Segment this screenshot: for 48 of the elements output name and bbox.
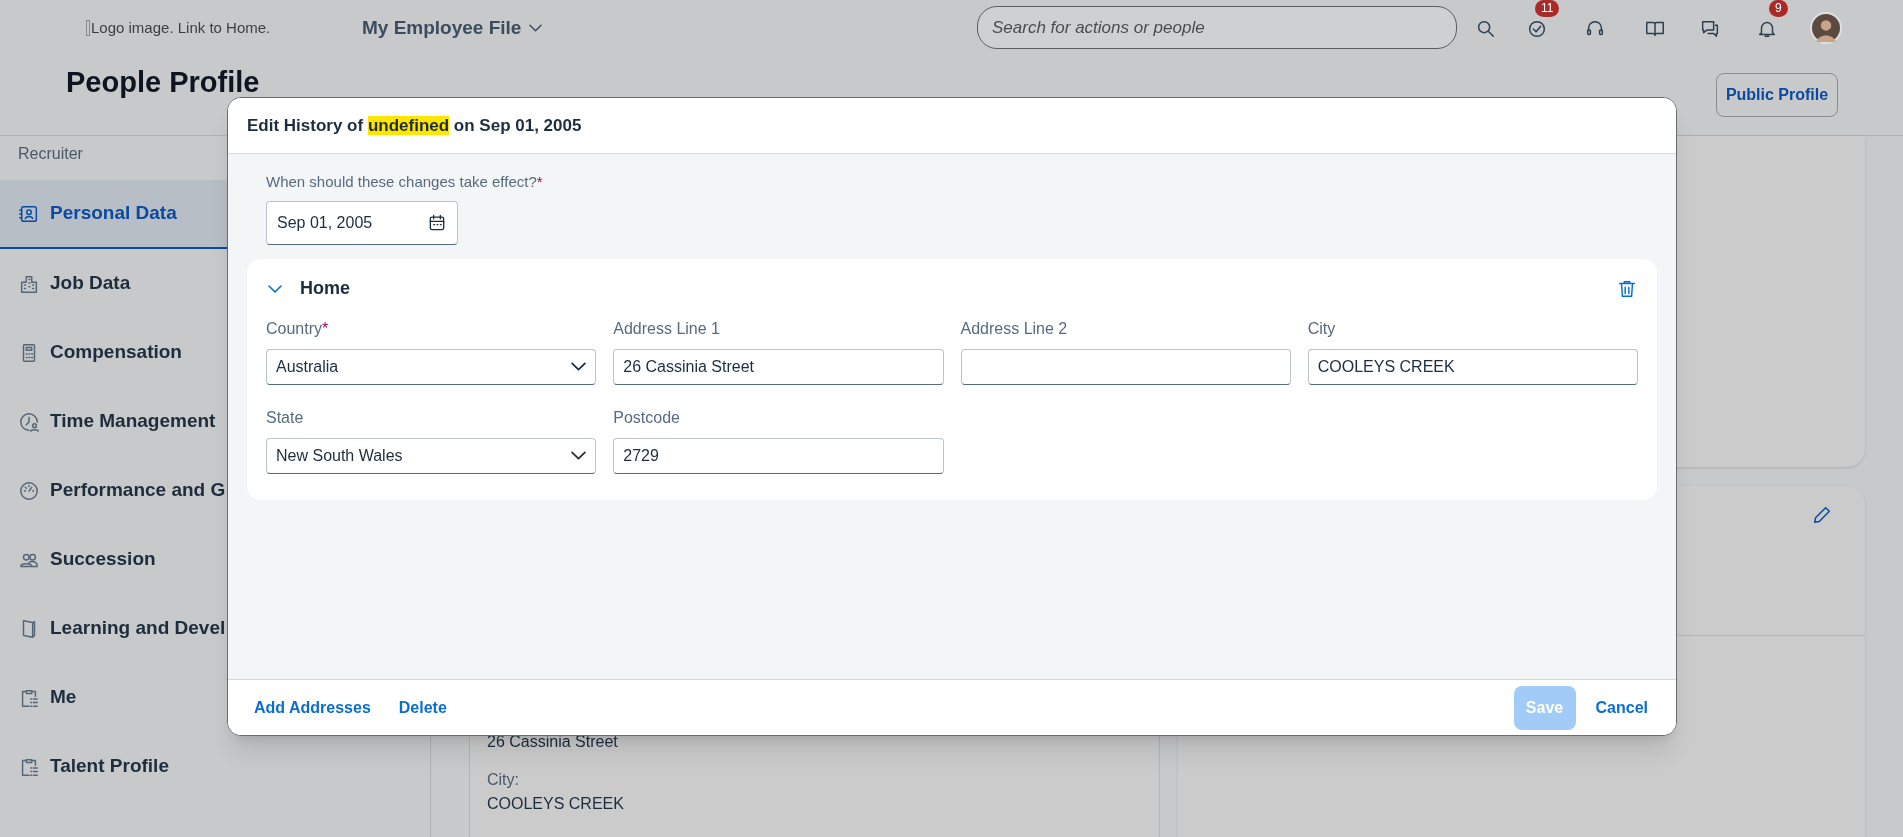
caret-icon bbox=[571, 362, 587, 371]
field-label: City: bbox=[487, 770, 520, 790]
check-circle-icon bbox=[1526, 18, 1548, 40]
caret-icon bbox=[529, 24, 543, 33]
sidebar-item[interactable]: Learning and Devel bbox=[0, 594, 430, 663]
select-field[interactable]: New South Wales bbox=[266, 437, 597, 474]
select-field[interactable]: Australia bbox=[266, 348, 597, 385]
field-label: Address Line 2 bbox=[960, 318, 1068, 339]
gauge-icon bbox=[18, 479, 40, 502]
required-mark: * bbox=[322, 318, 329, 339]
field-label: Country bbox=[266, 318, 323, 339]
clock-person-icon bbox=[18, 410, 40, 433]
sidebar-item[interactable]: Succession bbox=[0, 525, 430, 594]
sidebar-item[interactable]: Talent Profile bbox=[0, 732, 430, 801]
field-value: COOLEYS CREEK bbox=[487, 794, 625, 814]
footer-link-button[interactable]: Add Addresses bbox=[244, 689, 381, 726]
field-label: State bbox=[266, 407, 304, 428]
count-badge: 11 bbox=[1535, 0, 1560, 17]
field-label: Address Line 1 bbox=[613, 318, 720, 339]
cancel-button[interactable]: Cancel bbox=[1583, 685, 1660, 730]
calendar-icon bbox=[427, 212, 447, 233]
search-button[interactable] bbox=[1475, 18, 1497, 40]
search-icon bbox=[1475, 18, 1497, 40]
chat-icon bbox=[1699, 18, 1721, 40]
caret-icon bbox=[571, 451, 587, 460]
input-field[interactable]: 26 Cassinia Street bbox=[613, 348, 944, 385]
chevron-icon[interactable] bbox=[268, 284, 282, 293]
pencil-icon[interactable] bbox=[1811, 504, 1833, 526]
feedback-button[interactable] bbox=[1699, 18, 1721, 40]
todo-button[interactable] bbox=[1526, 18, 1548, 40]
section-title: Home bbox=[300, 277, 350, 300]
sidebar-heading: Recruiter bbox=[17, 144, 84, 164]
count-badge: 9 bbox=[1769, 0, 1788, 17]
field-label: City bbox=[1307, 318, 1336, 339]
page-title: People Profile bbox=[66, 65, 260, 100]
logo-alt-text[interactable]: Logo image. Link to Home. bbox=[86, 17, 271, 40]
avatar[interactable] bbox=[1810, 12, 1842, 44]
input-field[interactable]: COOLEYS CREEK bbox=[1307, 348, 1638, 385]
app-menu[interactable]: My Employee File bbox=[362, 14, 543, 43]
required-mark: * bbox=[536, 172, 543, 192]
dialog-title: Edit History of undefined on Sep 01, 2005 bbox=[247, 114, 582, 137]
input-field[interactable] bbox=[960, 348, 1291, 385]
input-field[interactable]: 2729 bbox=[613, 437, 944, 474]
search-field[interactable]: Search for actions or people bbox=[977, 6, 1457, 49]
footer-link-button[interactable]: Delete bbox=[388, 689, 457, 726]
date-field[interactable]: Sep 01, 2005 bbox=[266, 200, 458, 245]
field-label: Postcode bbox=[613, 407, 680, 428]
public-profile-button[interactable]: Public Profile bbox=[1716, 73, 1838, 117]
